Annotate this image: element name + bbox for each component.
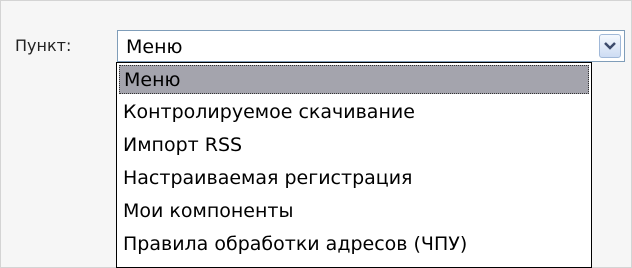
option-custom-registration[interactable]: Настраиваемая регистрация — [119, 164, 589, 193]
option-url-rewrite-rules[interactable]: Правила обработки адресов (ЧПУ) — [119, 230, 589, 259]
dropdown-arrow-button[interactable] — [599, 34, 621, 58]
option-controlled-download[interactable]: Контролируемое скачивание — [119, 98, 589, 127]
menu-item-select[interactable]: Меню — [117, 30, 625, 62]
chevron-down-icon — [604, 42, 616, 50]
option-my-components[interactable]: Мои компоненты — [119, 197, 589, 226]
option-menu[interactable]: Меню — [119, 65, 589, 94]
field-label: Пункт: — [15, 36, 72, 55]
dropdown-list: Меню Контролируемое скачивание Импорт RS… — [116, 62, 592, 268]
select-current-value: Меню — [126, 36, 183, 58]
option-rss-import[interactable]: Импорт RSS — [119, 131, 589, 160]
